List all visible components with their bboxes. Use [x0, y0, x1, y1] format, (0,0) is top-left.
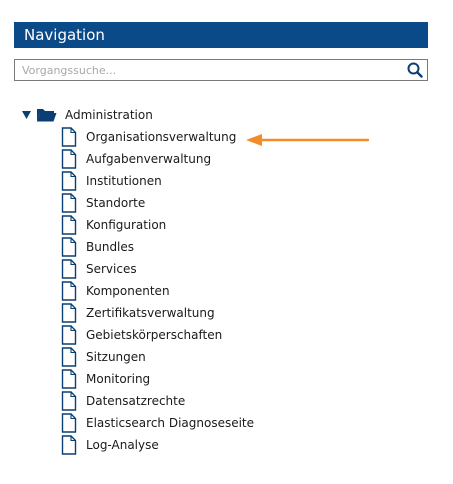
- document-icon: [61, 347, 77, 367]
- tree-item-label[interactable]: Zertifikatsverwaltung: [86, 306, 215, 320]
- tree-item-label[interactable]: Institutionen: [86, 174, 162, 188]
- document-icon: [61, 325, 77, 345]
- folder-open-icon: [36, 108, 57, 122]
- document-icon: [61, 281, 77, 301]
- tree-item[interactable]: Standorte: [61, 192, 254, 214]
- document-icon: [61, 193, 77, 213]
- tree-item-label[interactable]: Konfiguration: [86, 218, 166, 232]
- tree-root-label[interactable]: Administration: [65, 108, 153, 122]
- tree-item-label[interactable]: Bundles: [86, 240, 134, 254]
- tree-item[interactable]: Log-Analyse: [61, 434, 254, 456]
- tree-item[interactable]: Komponenten: [61, 280, 254, 302]
- navigation-title: Navigation: [24, 26, 105, 44]
- tree-item[interactable]: Sitzungen: [61, 346, 254, 368]
- document-icon: [61, 303, 77, 323]
- document-icon: [61, 391, 77, 411]
- document-icon: [61, 215, 77, 235]
- search-icon: [407, 62, 423, 78]
- tree-item-label[interactable]: Datensatzrechte: [86, 394, 185, 408]
- tree-node-administration[interactable]: Administration: [20, 104, 153, 126]
- document-icon: [61, 237, 77, 257]
- tree-item-label[interactable]: Log-Analyse: [86, 438, 159, 452]
- document-icon: [61, 259, 77, 279]
- tree-item[interactable]: Aufgabenverwaltung: [61, 148, 254, 170]
- tree-item[interactable]: Bundles: [61, 236, 254, 258]
- tree-item[interactable]: Monitoring: [61, 368, 254, 390]
- tree-item-label[interactable]: Komponenten: [86, 284, 170, 298]
- document-icon: [61, 127, 77, 147]
- document-icon: [61, 369, 77, 389]
- tree-item[interactable]: Services: [61, 258, 254, 280]
- tree-item-label[interactable]: Sitzungen: [86, 350, 146, 364]
- tree-item[interactable]: Elasticsearch Diagnoseseite: [61, 412, 254, 434]
- document-icon: [61, 413, 77, 433]
- navigation-tree: Administration Organisationsverwaltung Au…: [20, 104, 254, 455]
- document-icon: [61, 171, 77, 191]
- caret-down-icon: [21, 111, 31, 119]
- document-icon: [61, 149, 77, 169]
- tree-item[interactable]: Institutionen: [61, 170, 254, 192]
- tree-item[interactable]: Konfiguration: [61, 214, 254, 236]
- navigation-header: Navigation: [14, 22, 428, 48]
- tree-item-label[interactable]: Elasticsearch Diagnoseseite: [86, 416, 254, 430]
- tree-item-label[interactable]: Gebietskörperschaften: [86, 328, 222, 342]
- tree-item-label[interactable]: Standorte: [86, 196, 145, 210]
- tree-item[interactable]: Datensatzrechte: [61, 390, 254, 412]
- search-box: [14, 59, 428, 81]
- tree-item-label[interactable]: Organisationsverwaltung: [86, 130, 236, 144]
- tree-item-label[interactable]: Aufgabenverwaltung: [86, 152, 211, 166]
- expand-toggle[interactable]: [20, 109, 32, 121]
- tree-item-label[interactable]: Services: [86, 262, 137, 276]
- search-button[interactable]: [405, 61, 425, 79]
- arrow-left-icon: [246, 134, 370, 146]
- tree-item-label[interactable]: Monitoring: [86, 372, 150, 386]
- search-input[interactable]: [15, 60, 403, 80]
- document-icon: [61, 435, 77, 455]
- tree-item[interactable]: Gebietskörperschaften: [61, 324, 254, 346]
- tree-children: Organisationsverwaltung Aufgabenverwaltun…: [61, 126, 254, 456]
- tree-item[interactable]: Organisationsverwaltung: [61, 126, 254, 148]
- tree-item[interactable]: Zertifikatsverwaltung: [61, 302, 254, 324]
